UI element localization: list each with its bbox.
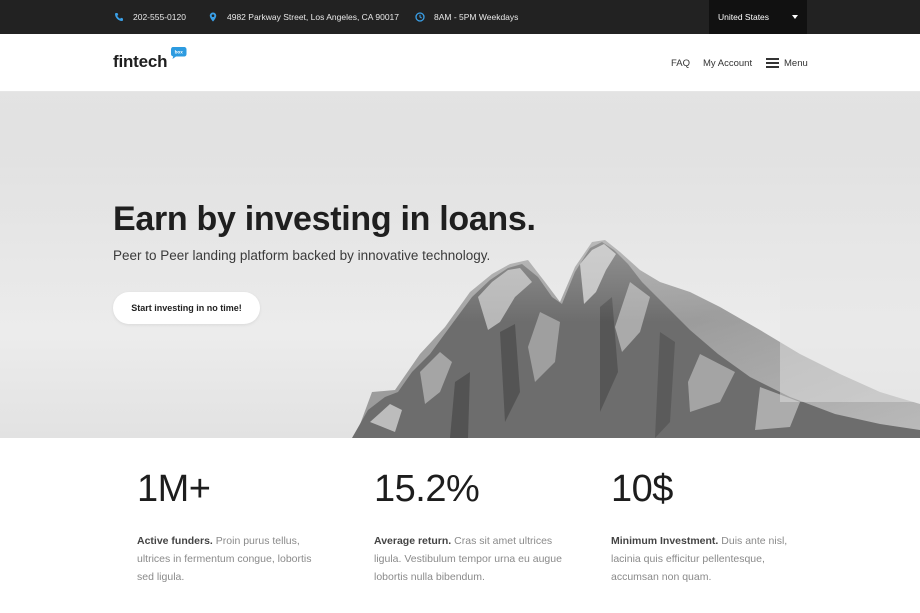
- stat-value: 10$: [611, 468, 673, 510]
- nav-my-account[interactable]: My Account: [703, 34, 752, 92]
- logo-badge-text: box: [175, 50, 184, 55]
- main-header: fintech box FAQ My Account Menu: [0, 34, 920, 92]
- stat-label: Average return.: [374, 535, 452, 547]
- clock-icon: [415, 12, 425, 22]
- logo[interactable]: fintech: [113, 52, 168, 72]
- stat-value: 1M+: [137, 468, 211, 510]
- address-text: 4982 Parkway Street, Los Angeles, CA 900…: [227, 12, 400, 22]
- logo-bubble-icon: box: [171, 47, 187, 59]
- hours-text: 8AM - 5PM Weekdays: [434, 12, 519, 22]
- stat-description: Average return. Cras sit amet ultrices l…: [374, 532, 564, 586]
- stat-value: 15.2%: [374, 468, 480, 510]
- nav-faq[interactable]: FAQ: [671, 34, 690, 92]
- phone-info[interactable]: 202-555-0120: [114, 0, 186, 34]
- phone-number: 202-555-0120: [133, 12, 186, 22]
- chevron-down-icon: [792, 15, 798, 19]
- hero-subtitle: Peer to Peer landing platform backed by …: [113, 248, 491, 263]
- hero-title: Earn by investing in loans.: [113, 200, 536, 238]
- menu-button[interactable]: Menu: [766, 34, 808, 92]
- hamburger-icon: [766, 58, 779, 68]
- country-select[interactable]: United States: [709, 0, 807, 34]
- map-pin-icon: [209, 12, 217, 22]
- hours-info: 8AM - 5PM Weekdays: [415, 0, 518, 34]
- stat-active-funders: 1M+ Active funders. Proin purus tellus, …: [137, 470, 327, 586]
- stat-description: Active funders. Proin purus tellus, ultr…: [137, 532, 327, 586]
- address-info: 4982 Parkway Street, Los Angeles, CA 900…: [208, 0, 399, 34]
- stat-label: Active funders.: [137, 535, 213, 547]
- menu-label: Menu: [784, 57, 808, 69]
- stat-minimum-investment: 10$ Minimum Investment. Duis ante nisl, …: [611, 470, 801, 586]
- stat-label: Minimum Investment.: [611, 535, 719, 547]
- hero-section: Earn by investing in loans. Peer to Peer…: [0, 92, 920, 438]
- phone-icon: [115, 13, 123, 21]
- top-info-bar: 202-555-0120 4982 Parkway Street, Los An…: [0, 0, 920, 34]
- stat-average-return: 15.2% Average return. Cras sit amet ultr…: [374, 470, 564, 586]
- country-label: United States: [718, 12, 770, 22]
- start-investing-button[interactable]: Start investing in no time!: [113, 292, 260, 324]
- mountain-background-image: [0, 92, 920, 438]
- stat-description: Minimum Investment. Duis ante nisl, laci…: [611, 532, 801, 586]
